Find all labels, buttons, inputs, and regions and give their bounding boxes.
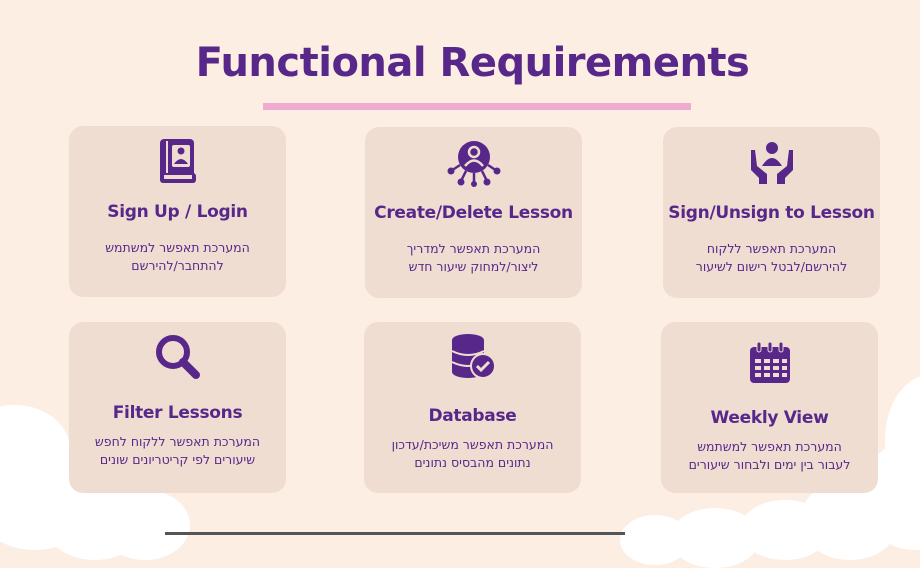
card-description: המערכת תאפשר למשתמש להתחבר/להירשם <box>77 239 278 275</box>
card-title: Sign Up / Login <box>107 202 248 222</box>
user-network-icon <box>365 137 582 187</box>
card-description-line: המערכת תאפשר למשתמש <box>105 240 250 255</box>
card-description-line: המערכת תאפשר משיכת/עדכון <box>391 437 554 452</box>
card-sign-up-login: Sign Up / Login המערכת תאפשר למשתמש להתח… <box>69 126 286 297</box>
card-description-line: המערכת תאפשר למשתמש <box>697 439 842 454</box>
card-description: המערכת תאפשר ללקוח להירשם/לבטל רישום לשי… <box>671 240 872 276</box>
card-description-line: להתחבר/להירשם <box>131 258 224 273</box>
card-title: Filter Lessons <box>112 403 243 423</box>
card-description: המערכת תאפשר למדריך ליצור/למחוק שיעור חד… <box>373 240 574 276</box>
card-description-line: המערכת תאפשר למדריך <box>406 241 541 256</box>
card-description-line: ליצור/למחוק שיעור חדש <box>408 259 539 274</box>
card-description-line: נתונים מהבסיס נתונים <box>414 455 531 470</box>
card-description: המערכת תאפשר משיכת/עדכון נתונים מהבסיס נ… <box>372 436 573 472</box>
hands-user-icon <box>663 137 880 187</box>
card-description-line: שיעורים לפי קריטריונים שונים <box>99 452 256 467</box>
calendar-icon <box>661 338 878 388</box>
page-title: Functional Requirements <box>195 40 750 86</box>
title-underline <box>263 103 691 110</box>
card-title: Create/Delete Lesson <box>374 203 573 223</box>
database-check-icon <box>364 332 581 382</box>
card-description-line: המערכת תאפשר ללקוח לחפש <box>94 434 261 449</box>
card-sign-unsign-lesson: Sign/Unsign to Lesson המערכת תאפשר ללקוח… <box>663 127 880 298</box>
card-filter-lessons: Filter Lessons המערכת תאפשר ללקוח לחפש ש… <box>69 322 286 493</box>
card-title: Sign/Unsign to Lesson <box>668 203 875 223</box>
card-description: המערכת תאפשר למשתמש לעבור בין ימים ולבחו… <box>669 438 870 474</box>
card-description-line: להירשם/לבטל רישום לשיעור <box>695 259 848 274</box>
magnifier-icon <box>69 332 286 382</box>
card-database: Database המערכת תאפשר משיכת/עדכון נתונים… <box>364 322 581 493</box>
card-description-line: המערכת תאפשר ללקוח <box>706 241 837 256</box>
card-description: המערכת תאפשר ללקוח לחפש שיעורים לפי קריט… <box>77 433 278 469</box>
card-description-line: לעבור בין ימים ולבחור שיעורים <box>688 457 851 472</box>
card-weekly-view: Weekly View המערכת תאפשר למשתמש לעבור בי… <box>661 322 878 493</box>
card-title: Database <box>428 406 517 426</box>
card-title: Weekly View <box>710 408 829 428</box>
card-create-delete-lesson: Create/Delete Lesson המערכת תאפשר למדריך… <box>365 127 582 298</box>
user-book-icon <box>69 136 286 186</box>
